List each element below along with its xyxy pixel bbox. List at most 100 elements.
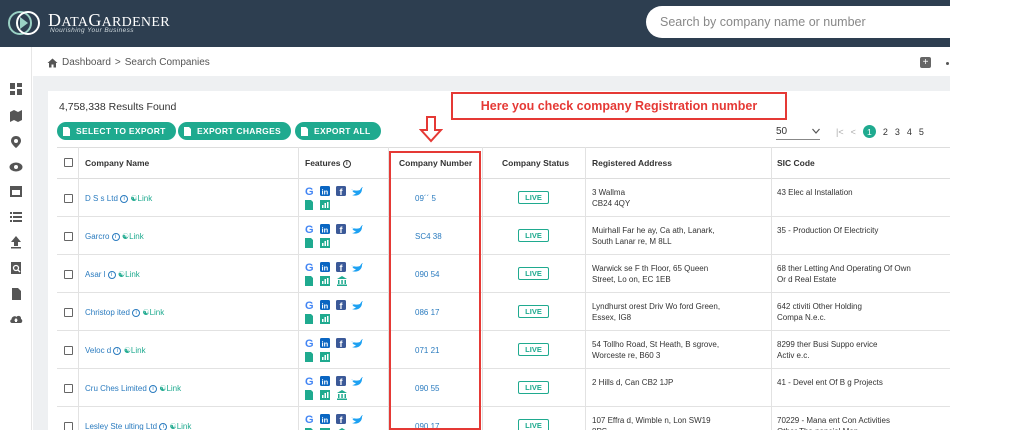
- row-checkbox[interactable]: [64, 194, 73, 203]
- company-name-cell[interactable]: Garcro i ☯Link: [85, 232, 144, 241]
- chart-icon: [320, 238, 330, 248]
- row-checkbox[interactable]: [64, 270, 73, 279]
- info-icon[interactable]: i: [159, 422, 168, 430]
- feature-icons: G in f: [305, 186, 363, 210]
- select-to-export-button[interactable]: SELECT TO EXPORT: [57, 122, 176, 140]
- select-all-checkbox[interactable]: [64, 158, 73, 167]
- location-pin-icon[interactable]: [9, 135, 23, 149]
- document-search-icon[interactable]: [9, 261, 23, 275]
- col-sic-code[interactable]: SIC Code: [777, 158, 815, 168]
- map-icon[interactable]: [9, 109, 23, 123]
- sic-code-cell: 41 - Devel ent Of B g Projects: [777, 378, 883, 387]
- status-badge: LIVE: [518, 381, 549, 394]
- export-charges-label: EXPORT CHARGES: [197, 126, 282, 136]
- network-link[interactable]: ☯: [130, 194, 137, 203]
- network-link[interactable]: ☯: [170, 422, 177, 430]
- page-3-button[interactable]: 3: [895, 127, 900, 137]
- sic-code-cell: 642 ctiviti Other Holding Compa N.e.c.: [777, 302, 862, 322]
- page-4-button[interactable]: 4: [907, 127, 912, 137]
- network-link[interactable]: ☯: [122, 232, 129, 241]
- pagination: |< < 1 2 3 4 5: [836, 125, 924, 138]
- sic-code-cell: 43 Elec al Installation: [777, 188, 853, 197]
- row-checkbox[interactable]: [64, 384, 73, 393]
- eye-icon[interactable]: [9, 160, 23, 174]
- company-name-cell[interactable]: Cru Ches Limited i ☯Link: [85, 384, 181, 393]
- home-icon[interactable]: [47, 58, 58, 68]
- company-link[interactable]: Link: [125, 270, 140, 279]
- col-registered-address[interactable]: Registered Address: [592, 158, 672, 168]
- row-checkbox[interactable]: [64, 346, 73, 355]
- twitter-icon: [351, 339, 363, 348]
- more-icon[interactable]: [946, 62, 949, 65]
- company-search-box[interactable]: [646, 6, 966, 38]
- list-icon[interactable]: [9, 210, 23, 224]
- brand-tagline: Nourishing Your Business: [50, 27, 134, 34]
- google-icon: G: [305, 376, 314, 388]
- network-link[interactable]: ☯: [142, 308, 149, 317]
- col-company-status[interactable]: Company Status: [502, 158, 569, 168]
- company-link[interactable]: Link: [166, 384, 181, 393]
- table-row[interactable]: Cru Ches Limited i ☯Link G in f 090 55 L…: [57, 369, 950, 407]
- info-icon[interactable]: i: [111, 232, 120, 241]
- company-name-cell[interactable]: D S s Ltd i ☯Link: [85, 194, 152, 203]
- upload-icon[interactable]: [9, 235, 23, 249]
- table-row[interactable]: Veloc d i ☯Link G in f 071 21 LIVE 54 To…: [57, 331, 950, 369]
- company-link[interactable]: Link: [138, 194, 153, 203]
- table-row[interactable]: Christop ited i ☯Link G in f 086 17 LIVE…: [57, 293, 950, 331]
- svg-text:in: in: [322, 416, 329, 425]
- export-charges-button[interactable]: EXPORT CHARGES: [178, 122, 292, 140]
- company-link[interactable]: Link: [150, 308, 165, 317]
- company-link[interactable]: Link: [131, 346, 146, 355]
- first-page-button[interactable]: |<: [836, 127, 844, 137]
- table-row[interactable]: Garcro i ☯Link G in f SC4 38 LIVE Muirha…: [57, 217, 950, 255]
- info-icon[interactable]: i: [132, 308, 141, 317]
- brand-logo[interactable]: DATAGARDENER Nourishing Your Business: [6, 5, 170, 41]
- info-icon[interactable]: i: [120, 194, 129, 203]
- breadcrumb-dashboard[interactable]: Dashboard: [62, 57, 111, 68]
- company-name-cell[interactable]: Christop ited i ☯Link: [85, 308, 164, 317]
- svg-text:G: G: [305, 414, 314, 426]
- twitter-icon: [351, 377, 363, 386]
- prev-page-button[interactable]: <: [851, 127, 856, 137]
- status-badge: LIVE: [518, 343, 549, 356]
- info-icon[interactable]: i: [107, 270, 116, 279]
- cloud-upload-icon[interactable]: [9, 312, 23, 326]
- row-checkbox[interactable]: [64, 422, 73, 430]
- dashboard-icon[interactable]: [9, 82, 23, 96]
- info-icon[interactable]: i: [149, 384, 158, 393]
- row-checkbox[interactable]: [64, 232, 73, 241]
- facebook-icon: f: [336, 186, 346, 197]
- company-link[interactable]: Link: [177, 422, 192, 430]
- calendar-icon[interactable]: [9, 184, 23, 198]
- table-row[interactable]: Lesley Ste ulting Ltd i ☯Link G in f 090…: [57, 407, 950, 430]
- svg-text:G: G: [305, 376, 314, 388]
- registered-address-cell: Warwick se F th Floor, 65 Queen Street, L…: [592, 264, 709, 284]
- per-page-select[interactable]: 50: [776, 126, 820, 140]
- company-link[interactable]: Link: [129, 232, 144, 241]
- column-divider: [78, 147, 79, 430]
- facebook-icon: f: [336, 338, 346, 349]
- info-icon[interactable]: i: [113, 346, 122, 355]
- status-badge: LIVE: [518, 267, 549, 280]
- registered-address-cell: Muirhall Far he ay, Ca ath, Lanark, South…: [592, 226, 715, 246]
- svg-text:G: G: [305, 338, 314, 350]
- page-5-button[interactable]: 5: [919, 127, 924, 137]
- company-name-cell[interactable]: Asar l i ☯Link: [85, 270, 140, 279]
- network-link[interactable]: ☯: [124, 346, 131, 355]
- info-icon[interactable]: i: [342, 159, 351, 168]
- export-all-button[interactable]: EXPORT ALL: [295, 122, 381, 140]
- google-icon: G: [305, 224, 314, 236]
- company-name-cell[interactable]: Lesley Ste ulting Ltd i ☯Link: [85, 422, 191, 430]
- table-row[interactable]: D S s Ltd i ☯Link G in f 09´´ 5 LIVE 3 W…: [57, 179, 950, 217]
- row-checkbox[interactable]: [64, 308, 73, 317]
- bank-icon: [337, 390, 347, 400]
- company-search-input[interactable]: [646, 6, 966, 38]
- add-icon[interactable]: +: [920, 57, 931, 68]
- file-icon[interactable]: [9, 287, 23, 301]
- col-company-name[interactable]: Company Name: [85, 158, 149, 168]
- company-name-cell[interactable]: Veloc d i ☯Link: [85, 346, 146, 355]
- page-1-button[interactable]: 1: [862, 125, 876, 138]
- chart-icon: [320, 200, 330, 210]
- page-2-button[interactable]: 2: [883, 127, 888, 137]
- table-row[interactable]: Asar l i ☯Link G in f 090 54 LIVE Warwic…: [57, 255, 950, 293]
